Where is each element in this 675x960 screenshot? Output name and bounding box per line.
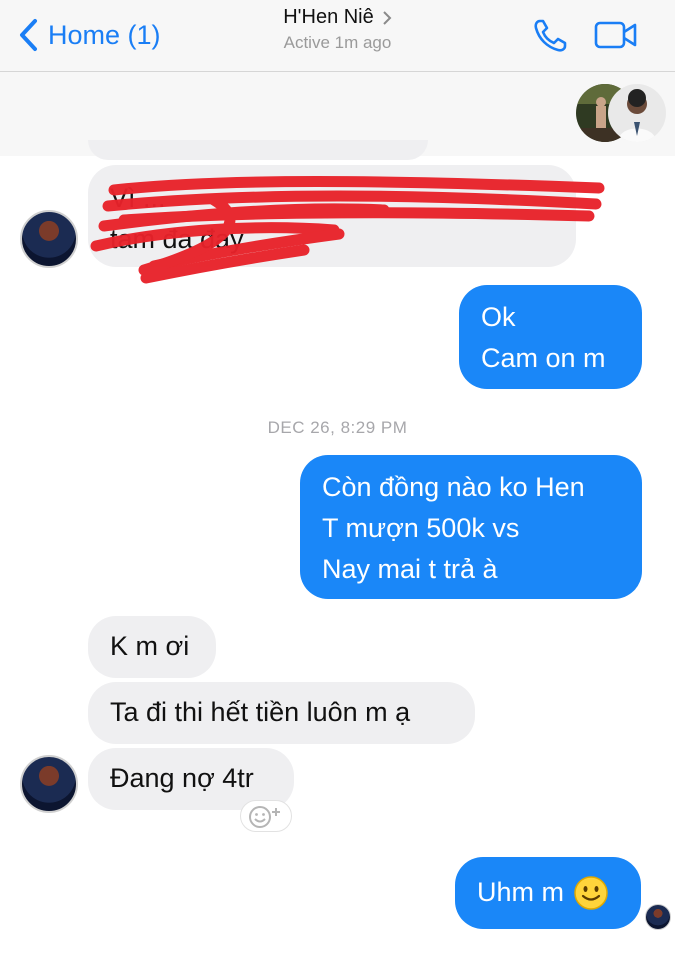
message-text: K m ơi [110,631,190,661]
phone-icon [534,19,567,52]
back-chevron-icon [20,19,37,51]
message-text: Cam on m [481,343,606,373]
doctor-avatar[interactable] [608,84,666,142]
red-scribble-redaction [90,176,605,284]
read-receipt-avatar [645,904,671,930]
message-text: T mượn 500k vs [322,513,520,543]
message-text: Còn đồng nào ko Hen [322,472,585,502]
active-status: Active 1m ago [283,33,392,52]
message-text: Uhm m [477,877,564,907]
contact-info-button[interactable]: H'Hen Niê Active 1m ago [200,6,475,53]
message-bubble-incoming[interactable]: K m ơi [88,616,216,678]
message-bubble-incoming-partial [88,140,428,160]
back-button[interactable]: Home (1) [18,14,161,56]
call-button[interactable] [530,16,570,61]
message-text: Ta đi thi hết tiền luôn m ạ [110,697,411,727]
smiley-emoji-icon [574,876,608,910]
message-text: Đang nợ 4tr [110,763,254,793]
chevron-right-icon [383,10,392,25]
chat-header: Home (1) H'Hen Niê Active 1m ago [0,0,675,72]
contact-avatar[interactable] [20,755,78,813]
message-text: Nay mai t trả à [322,554,498,584]
contact-name: H'Hen Niê [283,6,374,28]
add-reaction-button[interactable] [240,800,292,832]
video-call-button[interactable] [594,20,638,55]
message-bubble-outgoing[interactable]: Uhm m [455,857,641,929]
timestamp-divider: DEC 26, 8:29 PM [267,418,408,437]
contact-avatar[interactable] [20,210,78,268]
video-camera-icon [594,21,637,49]
add-reaction-icon [249,806,280,828]
message-bubble-outgoing[interactable]: Còn đồng nào ko Hen T mượn 500k vs Nay m… [300,455,642,599]
back-label: Home (1) [48,19,161,50]
message-bubble-outgoing[interactable]: Ok Cam on m [459,285,642,389]
message-bubble-incoming[interactable]: Ta đi thi hết tiền luôn m ạ [88,682,475,744]
message-text: Ok [481,302,516,332]
